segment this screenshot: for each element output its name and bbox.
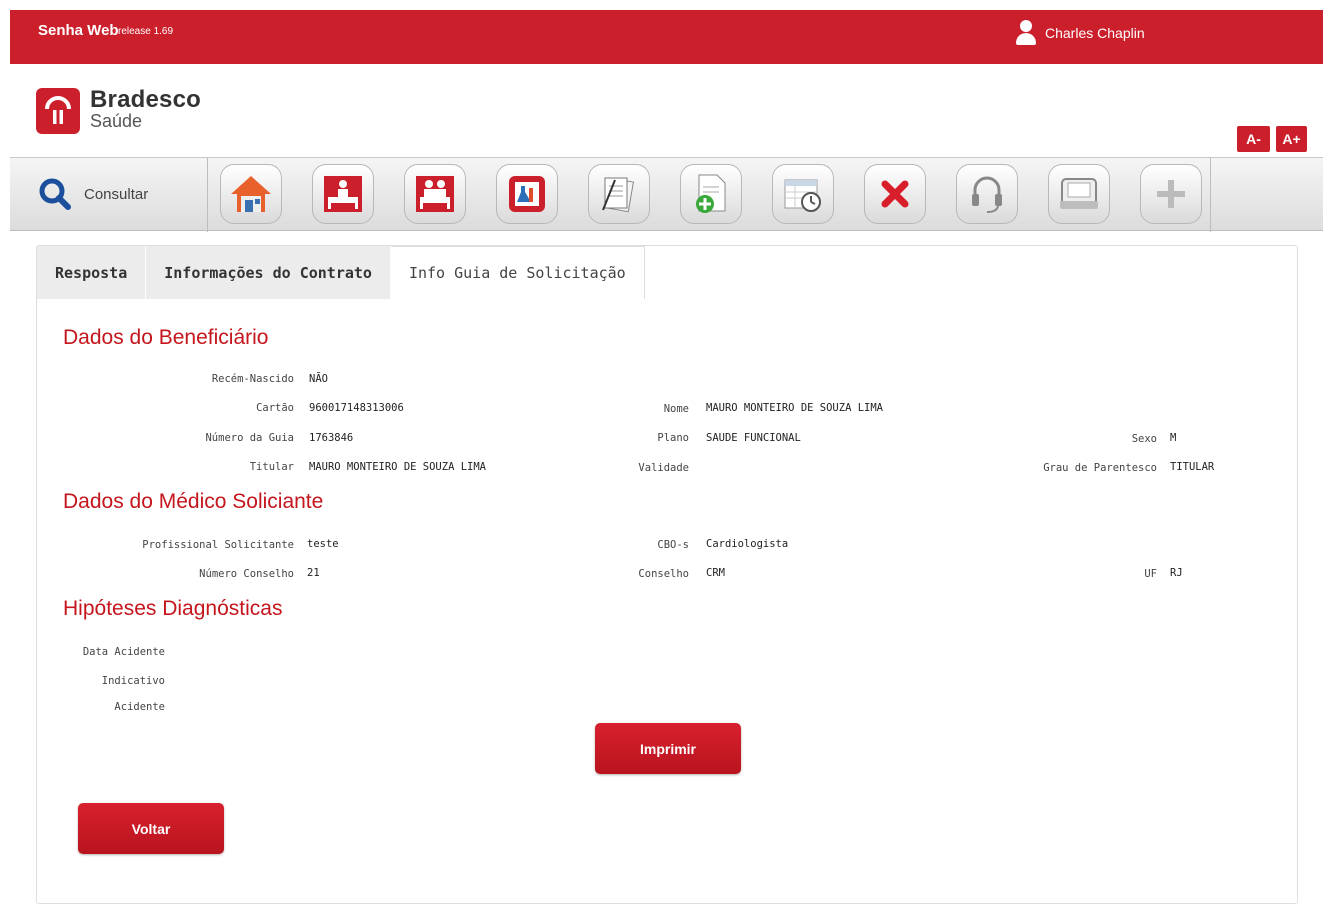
numero-guia-label: Número da Guia — [205, 432, 294, 444]
uf-label: UF — [1144, 568, 1157, 580]
home-icon — [231, 176, 271, 212]
uf-value: RJ — [1170, 567, 1183, 579]
nome-value: MAURO MONTEIRO DE SOUZA LIMA — [706, 402, 884, 414]
bradesco-logo-icon — [36, 88, 80, 134]
tab-bar: Resposta Informações do Contrato Info Gu… — [37, 246, 645, 299]
consult-button[interactable]: Consultar — [38, 170, 148, 218]
numero-conselho-value: 21 — [307, 567, 320, 579]
support-headset-icon — [972, 176, 1002, 213]
plus-icon — [1157, 180, 1185, 208]
cancel-button[interactable] — [864, 164, 926, 224]
add-document-icon — [696, 174, 726, 213]
inpatient-button[interactable] — [312, 164, 374, 224]
acidente-label: Acidente — [114, 701, 165, 713]
cancel-icon — [881, 180, 909, 208]
back-button[interactable]: Voltar — [78, 803, 224, 854]
schedule-button[interactable] — [772, 164, 834, 224]
bradesco-saude-logo: Bradesco Saúde — [36, 86, 201, 134]
validade-label: Validade — [638, 462, 689, 474]
increase-font-button[interactable]: A+ — [1276, 126, 1307, 152]
recem-nascido-value: NÃO — [309, 373, 328, 385]
add-document-button[interactable] — [680, 164, 742, 224]
diagnostic-section-title: Hipóteses Diagnósticas — [63, 597, 283, 620]
doctor-section-title: Dados do Médico Soliciante — [63, 490, 324, 513]
tab-informacoes-contrato[interactable]: Informações do Contrato — [146, 246, 391, 299]
beneficiary-section-title: Dados do Beneficiário — [63, 326, 269, 349]
consult-label: Consultar — [84, 185, 149, 203]
cbo-label: CBO-s — [657, 539, 689, 551]
sexo-label: Sexo — [1131, 433, 1157, 445]
inpatient-icon — [324, 176, 362, 212]
conselho-label: Conselho — [638, 568, 689, 580]
numero-conselho-label: Número Conselho — [199, 568, 294, 580]
lab-exam-button[interactable] — [496, 164, 558, 224]
sexo-value: M — [1170, 432, 1177, 444]
titular-value: MAURO MONTEIRO DE SOUZA LIMA — [309, 461, 487, 473]
logo-line2: Saúde — [90, 111, 143, 131]
printer-icon — [1060, 178, 1098, 209]
print-toolbar-button[interactable] — [1048, 164, 1110, 224]
schedule-icon — [784, 179, 821, 212]
support-button[interactable] — [956, 164, 1018, 224]
cbo-value: Cardiologista — [706, 538, 789, 550]
profissional-solicitante-label: Profissional Solicitante — [142, 539, 294, 551]
plano-label: Plano — [657, 432, 689, 444]
inpatient-couple-button[interactable] — [404, 164, 466, 224]
decrease-font-button[interactable]: A- — [1237, 126, 1270, 152]
grau-parentesco-value: TITULAR — [1170, 461, 1215, 473]
logo-line1: Bradesco — [90, 86, 201, 113]
inpatient-couple-icon — [416, 176, 454, 212]
home-button[interactable] — [220, 164, 282, 224]
tab-resposta[interactable]: Resposta — [37, 246, 147, 299]
release-version: release 1.69 — [118, 26, 174, 37]
cartao-label: Cartão — [256, 402, 294, 414]
font-size-controls: A- A+ — [1237, 126, 1307, 152]
profissional-solicitante-value: teste — [307, 538, 339, 550]
user-name: Charles Chaplin — [1045, 25, 1145, 41]
recem-nascido-label: Recém-Nascido — [211, 373, 294, 385]
top-bar: Senha Web release 1.69 Charles Chaplin — [10, 10, 1323, 64]
search-icon — [39, 178, 71, 210]
documents-button[interactable] — [588, 164, 650, 224]
data-acidente-label: Data Acidente — [82, 646, 165, 658]
toolbar-divider — [207, 158, 208, 232]
grau-parentesco-label: Grau de Parentesco — [1043, 462, 1157, 474]
user-icon — [1015, 20, 1037, 46]
titular-label: Titular — [249, 461, 294, 473]
more-button[interactable] — [1140, 164, 1202, 224]
indicativo-label: Indicativo — [101, 675, 165, 687]
tab-info-guia-solicitacao[interactable]: Info Guia de Solicitação — [390, 246, 645, 299]
plano-value: SAUDE FUNCIONAL — [706, 432, 801, 444]
cartao-value: 960017148313006 — [309, 402, 404, 414]
app-name: Senha Web — [38, 22, 119, 39]
page: Senha Web release 1.69 Charles Chaplin B… — [0, 0, 1323, 919]
conselho-value: CRM — [706, 567, 725, 579]
print-button[interactable]: Imprimir — [595, 723, 741, 774]
nome-label: Nome — [663, 403, 689, 415]
content-panel: Resposta Informações do Contrato Info Gu… — [36, 245, 1298, 904]
toolbar-divider — [1210, 158, 1211, 232]
user-menu[interactable]: Charles Chaplin — [1015, 18, 1145, 48]
lab-exam-icon — [509, 176, 545, 212]
toolbar: Consultar — [10, 157, 1323, 232]
documents-icon — [602, 177, 635, 213]
numero-guia-value: 1763846 — [309, 432, 354, 444]
